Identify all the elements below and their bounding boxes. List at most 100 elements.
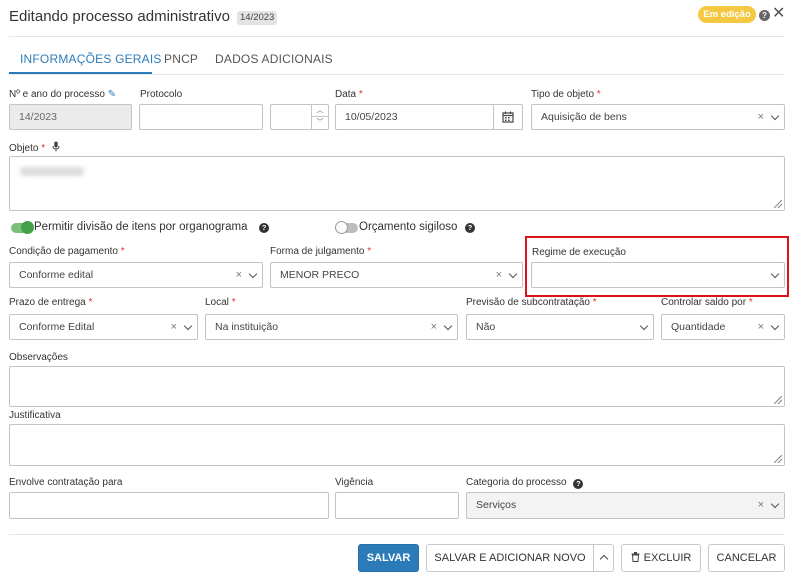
condicao-pagamento-select[interactable]: Conforme edital ×	[9, 262, 263, 288]
data-field[interactable]: 10/05/2023	[335, 104, 494, 130]
regime-execucao-label: Regime de execução	[532, 247, 626, 258]
chevron-down-icon[interactable]	[183, 321, 193, 331]
required-marker: *	[120, 246, 125, 257]
orcamento-sigiloso-label: Orçamento sigiloso	[359, 221, 458, 233]
tab-informacoes-gerais[interactable]: INFORMAÇÕES GERAIS	[20, 52, 162, 66]
forma-julgamento-select[interactable]: MENOR PRECO ×	[270, 262, 523, 288]
local-select[interactable]: Na instituição ×	[205, 314, 458, 340]
justificativa-textarea[interactable]	[9, 424, 785, 466]
clear-icon[interactable]: ×	[758, 315, 764, 339]
local-value: Na instituição	[215, 321, 279, 333]
categoria-processo-select[interactable]: Serviços ×	[466, 492, 785, 519]
toggle-knob	[335, 221, 348, 234]
envolve-contratacao-label: Envolve contratação para	[9, 477, 123, 488]
chevron-down-icon[interactable]	[770, 321, 780, 331]
justificativa-label: Justificativa	[9, 410, 61, 421]
forma-julgamento-label: Forma de julgamento *	[270, 246, 372, 257]
save-and-add-new-button[interactable]: SALVAR E ADICIONAR NOVO	[426, 544, 594, 572]
permitir-divisao-label: Permitir divisão de itens por organogram…	[34, 221, 248, 233]
categoria-processo-value: Serviços	[476, 499, 517, 511]
controlar-saldo-value: Quantidade	[671, 321, 726, 333]
envolve-contratacao-field[interactable]	[9, 492, 329, 519]
protocolo-label: Protocolo	[140, 89, 183, 100]
vigencia-field[interactable]	[335, 492, 459, 519]
prazo-entrega-select[interactable]: Conforme Edital ×	[9, 314, 198, 340]
microphone-icon[interactable]	[52, 141, 60, 152]
clear-icon[interactable]: ×	[171, 315, 177, 339]
protocolo-year-stepper[interactable]: ︿ ﹀	[270, 104, 329, 130]
prazo-entrega-label: Prazo de entrega *	[9, 297, 93, 308]
toggle-knob	[21, 221, 34, 234]
numero-ano-label: Nº e ano do processo ✎	[9, 89, 117, 100]
chevron-down-icon[interactable]: ﹀	[312, 117, 328, 129]
chevron-down-icon[interactable]	[770, 499, 780, 509]
clear-icon[interactable]: ×	[236, 263, 242, 287]
close-icon[interactable]: ✕	[772, 6, 785, 22]
required-marker: *	[592, 297, 597, 308]
observacoes-textarea[interactable]	[9, 366, 785, 407]
clear-icon[interactable]: ×	[431, 315, 437, 339]
required-marker: *	[231, 297, 236, 308]
clear-icon[interactable]: ×	[496, 263, 502, 287]
resize-handle[interactable]	[774, 200, 782, 208]
save-options-toggle[interactable]	[593, 544, 614, 572]
resize-handle[interactable]	[774, 396, 782, 404]
chevron-down-icon[interactable]	[770, 269, 780, 279]
previsao-subcontratacao-label: Previsão de subcontratação *	[466, 297, 597, 308]
observacoes-label: Observações	[9, 352, 68, 363]
tipo-objeto-label: Tipo de objeto *	[531, 89, 601, 100]
footer-divider	[9, 534, 784, 535]
numero-ano-field: 14/2023	[9, 104, 132, 130]
required-marker: *	[41, 143, 46, 154]
required-marker: *	[596, 89, 601, 100]
regime-execucao-select[interactable]	[531, 262, 785, 288]
chevron-up-icon	[599, 554, 608, 564]
process-number-badge: 14/2023	[237, 11, 278, 25]
protocolo-field[interactable]	[139, 104, 263, 130]
blurred-text	[20, 167, 84, 176]
clear-icon[interactable]: ×	[758, 493, 764, 517]
tipo-objeto-value: Aquisição de bens	[541, 111, 627, 123]
chevron-up-icon[interactable]: ︿	[312, 105, 328, 117]
page-title: Editando processo administrativo	[9, 8, 230, 25]
chevron-down-icon[interactable]	[443, 321, 453, 331]
tab-dados-adicionais[interactable]: DADOS ADICIONAIS	[215, 52, 333, 66]
question-circle-icon[interactable]: ?	[259, 223, 269, 233]
resize-handle[interactable]	[774, 455, 782, 463]
pencil-icon[interactable]: ✎	[108, 89, 116, 100]
local-label: Local *	[205, 297, 236, 308]
controlar-saldo-label: Controlar saldo por *	[661, 297, 753, 308]
question-circle-icon[interactable]: ?	[465, 223, 475, 233]
required-marker: *	[358, 89, 363, 100]
controlar-saldo-select[interactable]: Quantidade ×	[661, 314, 785, 340]
status-badge: Em edição	[698, 6, 756, 23]
orcamento-sigiloso-toggle[interactable]	[335, 221, 358, 234]
chevron-down-icon[interactable]	[248, 269, 258, 279]
tab-pncp[interactable]: PNCP	[164, 52, 198, 66]
cancel-button[interactable]: CANCELAR	[708, 544, 785, 572]
delete-button-label: EXCLUIR	[643, 552, 692, 564]
chevron-down-icon[interactable]	[508, 269, 518, 279]
condicao-pagamento-label: Condição de pagamento *	[9, 246, 125, 257]
data-label: Data *	[335, 89, 363, 100]
save-button[interactable]: SALVAR	[358, 544, 419, 572]
condicao-pagamento-value: Conforme edital	[19, 269, 94, 281]
chevron-down-icon[interactable]	[639, 321, 649, 331]
calendar-button[interactable]	[493, 104, 523, 130]
required-marker: *	[88, 297, 93, 308]
delete-button[interactable]: EXCLUIR	[621, 544, 701, 572]
prazo-entrega-value: Conforme Edital	[19, 321, 95, 333]
clear-icon[interactable]: ×	[758, 105, 764, 129]
objeto-textarea[interactable]	[9, 156, 785, 211]
tipo-objeto-select[interactable]: Aquisição de bens ×	[531, 104, 785, 130]
chevron-down-icon[interactable]	[770, 111, 780, 121]
question-circle-icon[interactable]: ?	[573, 479, 584, 489]
stepper-buttons[interactable]: ︿ ﹀	[311, 105, 328, 129]
permitir-divisao-toggle[interactable]	[11, 221, 34, 234]
question-circle-icon[interactable]: ?	[759, 10, 770, 21]
objeto-label: Objeto *	[9, 141, 60, 154]
tabs-divider	[9, 74, 784, 75]
previsao-subcontratacao-select[interactable]: Não	[466, 314, 654, 340]
categoria-processo-label: Categoria do processo ?	[466, 477, 584, 489]
previsao-subcontratacao-value: Não	[476, 321, 496, 333]
